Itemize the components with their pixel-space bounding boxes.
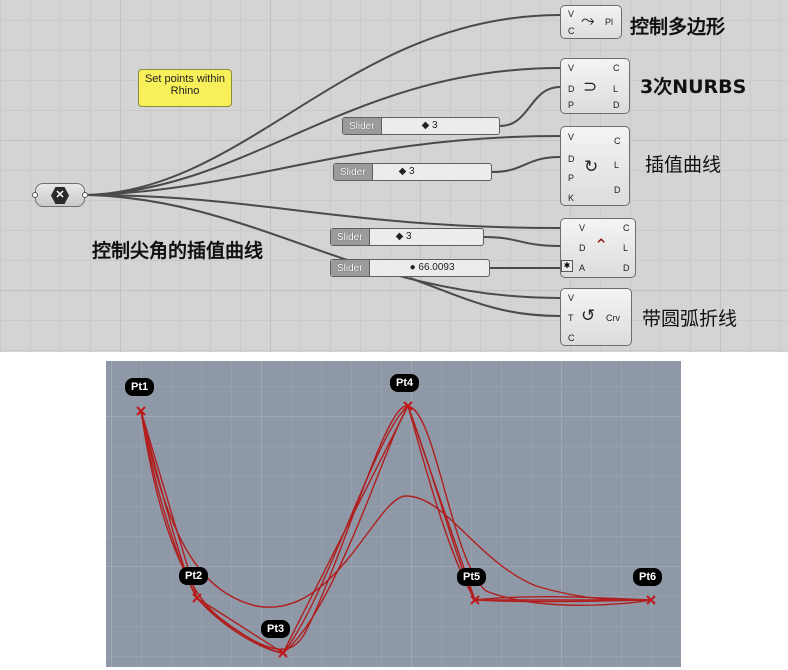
polyline-component[interactable]: V C ⤳ Pl	[560, 5, 622, 39]
interpolate-component[interactable]: V D P K ↻ C L D	[560, 126, 630, 206]
component-title: 插值曲线	[645, 154, 722, 176]
nurbs-curve-icon: ⊃	[583, 77, 598, 96]
input-p: P	[568, 100, 575, 110]
input-v: V	[568, 9, 575, 19]
output-crv: Crv	[606, 313, 620, 323]
interpolated-curve	[140, 405, 652, 650]
input-v: V	[568, 132, 575, 142]
point-marker	[192, 593, 202, 603]
output-l: L	[623, 243, 629, 253]
output-d: D	[623, 263, 630, 273]
point-param[interactable]: ✕	[32, 183, 88, 207]
input-d: D	[568, 154, 575, 164]
input-p: P	[568, 173, 575, 183]
kinky-curve	[140, 404, 652, 654]
rhino-viewport[interactable]: Pt1 Pt2 Pt3 Pt4 Pt5 Pt6	[106, 361, 681, 667]
output-c: C	[613, 63, 620, 73]
kinky-curve-icon: ⌃	[594, 236, 609, 255]
number-slider[interactable]: Slider ◆ 3	[333, 163, 492, 181]
slider-label: Slider	[343, 118, 382, 134]
slider-label: Slider	[334, 164, 373, 180]
input-t: T	[568, 313, 574, 323]
slider-value: 66.0093	[418, 262, 455, 273]
nurbs-curve	[140, 410, 652, 608]
output-knob[interactable]	[82, 192, 88, 198]
grasshopper-canvas[interactable]: ✕ Set points within Rhino Slider ◆ 3 Sli…	[0, 0, 788, 352]
number-slider[interactable]: Slider ◆ 3	[342, 117, 500, 135]
number-slider[interactable]: Slider ● 66.0093	[330, 259, 490, 277]
point-label: Pt5	[457, 568, 487, 586]
star-param-icon: ✱	[561, 260, 573, 272]
nurbs-component[interactable]: V D P ⊃ C L D	[560, 58, 630, 114]
input-k: K	[568, 193, 575, 203]
wire	[87, 194, 561, 229]
input-v: V	[579, 223, 586, 233]
wire	[491, 156, 561, 173]
number-slider[interactable]: Slider ◆ 3	[330, 228, 484, 246]
polyline-icon: ⤳	[581, 11, 595, 30]
point-label: Pt3	[261, 620, 291, 638]
wire	[483, 236, 561, 247]
component-title: 带圆弧折线	[642, 308, 738, 330]
component-title: 控制多边形	[630, 16, 726, 38]
panel-text: Set points within Rhino	[144, 73, 226, 97]
slider-value: 3	[432, 120, 438, 131]
component-title: 控制尖角的插值曲线	[92, 240, 264, 262]
close-hex-icon: ✕	[51, 187, 69, 204]
output-c: C	[614, 136, 621, 146]
output-c: C	[623, 223, 630, 233]
input-v: V	[568, 63, 575, 73]
input-a: A	[579, 263, 586, 273]
component-title: 3次NURBS	[640, 76, 747, 98]
input-c: C	[568, 26, 575, 36]
point-label: Pt4	[390, 374, 420, 392]
output-d: D	[613, 100, 620, 110]
slider-value: 3	[406, 231, 412, 242]
output-d: D	[614, 185, 621, 195]
point-label: Pt2	[179, 567, 209, 585]
note-panel[interactable]: Set points within Rhino	[138, 69, 232, 107]
input-c: C	[568, 333, 575, 343]
input-d: D	[568, 84, 575, 94]
point-label: Pt1	[125, 378, 155, 396]
wire	[499, 86, 561, 127]
input-v: V	[568, 293, 575, 303]
slider-label: Slider	[331, 260, 370, 276]
point-label: Pt6	[633, 568, 663, 586]
polyarc-component[interactable]: V T C ↺ Crv	[560, 288, 632, 346]
output-pl: Pl	[605, 17, 614, 27]
kinky-curve-component[interactable]: V D ✱ A ⌃ C L D	[560, 218, 636, 278]
slider-value: 3	[409, 166, 415, 177]
slider-label: Slider	[331, 229, 370, 245]
output-l: L	[613, 84, 619, 94]
input-knob[interactable]	[32, 192, 38, 198]
polyarc-icon: ↺	[581, 306, 596, 325]
input-d: D	[579, 243, 586, 253]
curves-layer	[136, 401, 656, 658]
output-l: L	[614, 160, 620, 170]
interpolate-icon: ↻	[584, 157, 599, 176]
